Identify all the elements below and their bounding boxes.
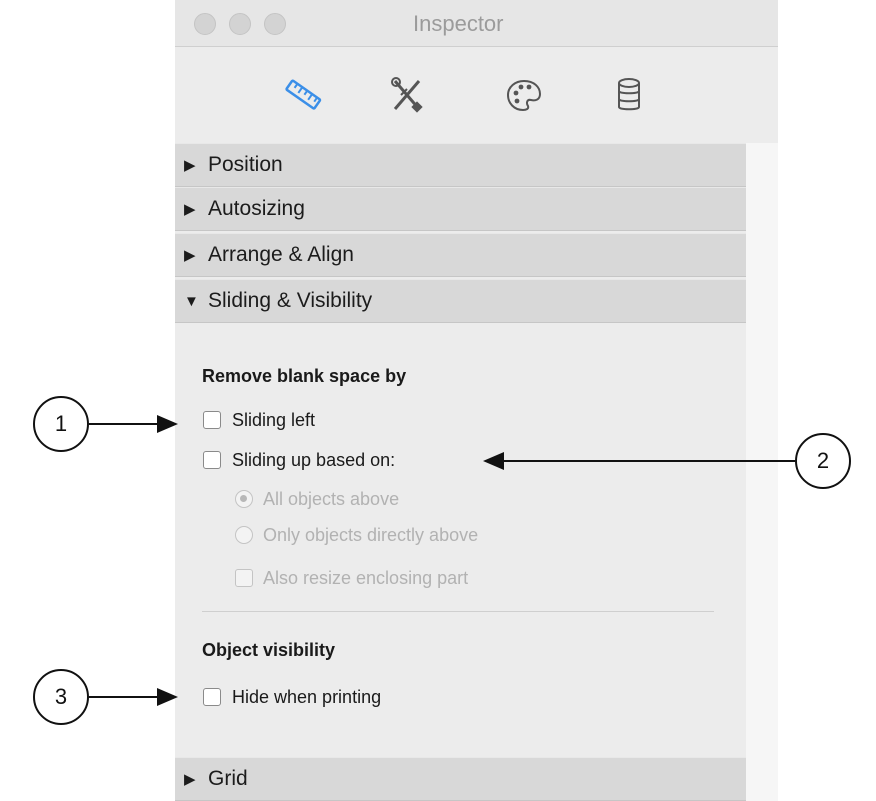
callout-arrow-3 bbox=[89, 688, 178, 706]
callout-arrows bbox=[89, 415, 795, 706]
callout-arrow-2 bbox=[483, 452, 795, 470]
callout-arrow-1 bbox=[89, 415, 178, 433]
callout-3: 3 bbox=[33, 669, 89, 725]
callout-1: 1 bbox=[33, 396, 89, 452]
callout-2: 2 bbox=[795, 433, 851, 489]
